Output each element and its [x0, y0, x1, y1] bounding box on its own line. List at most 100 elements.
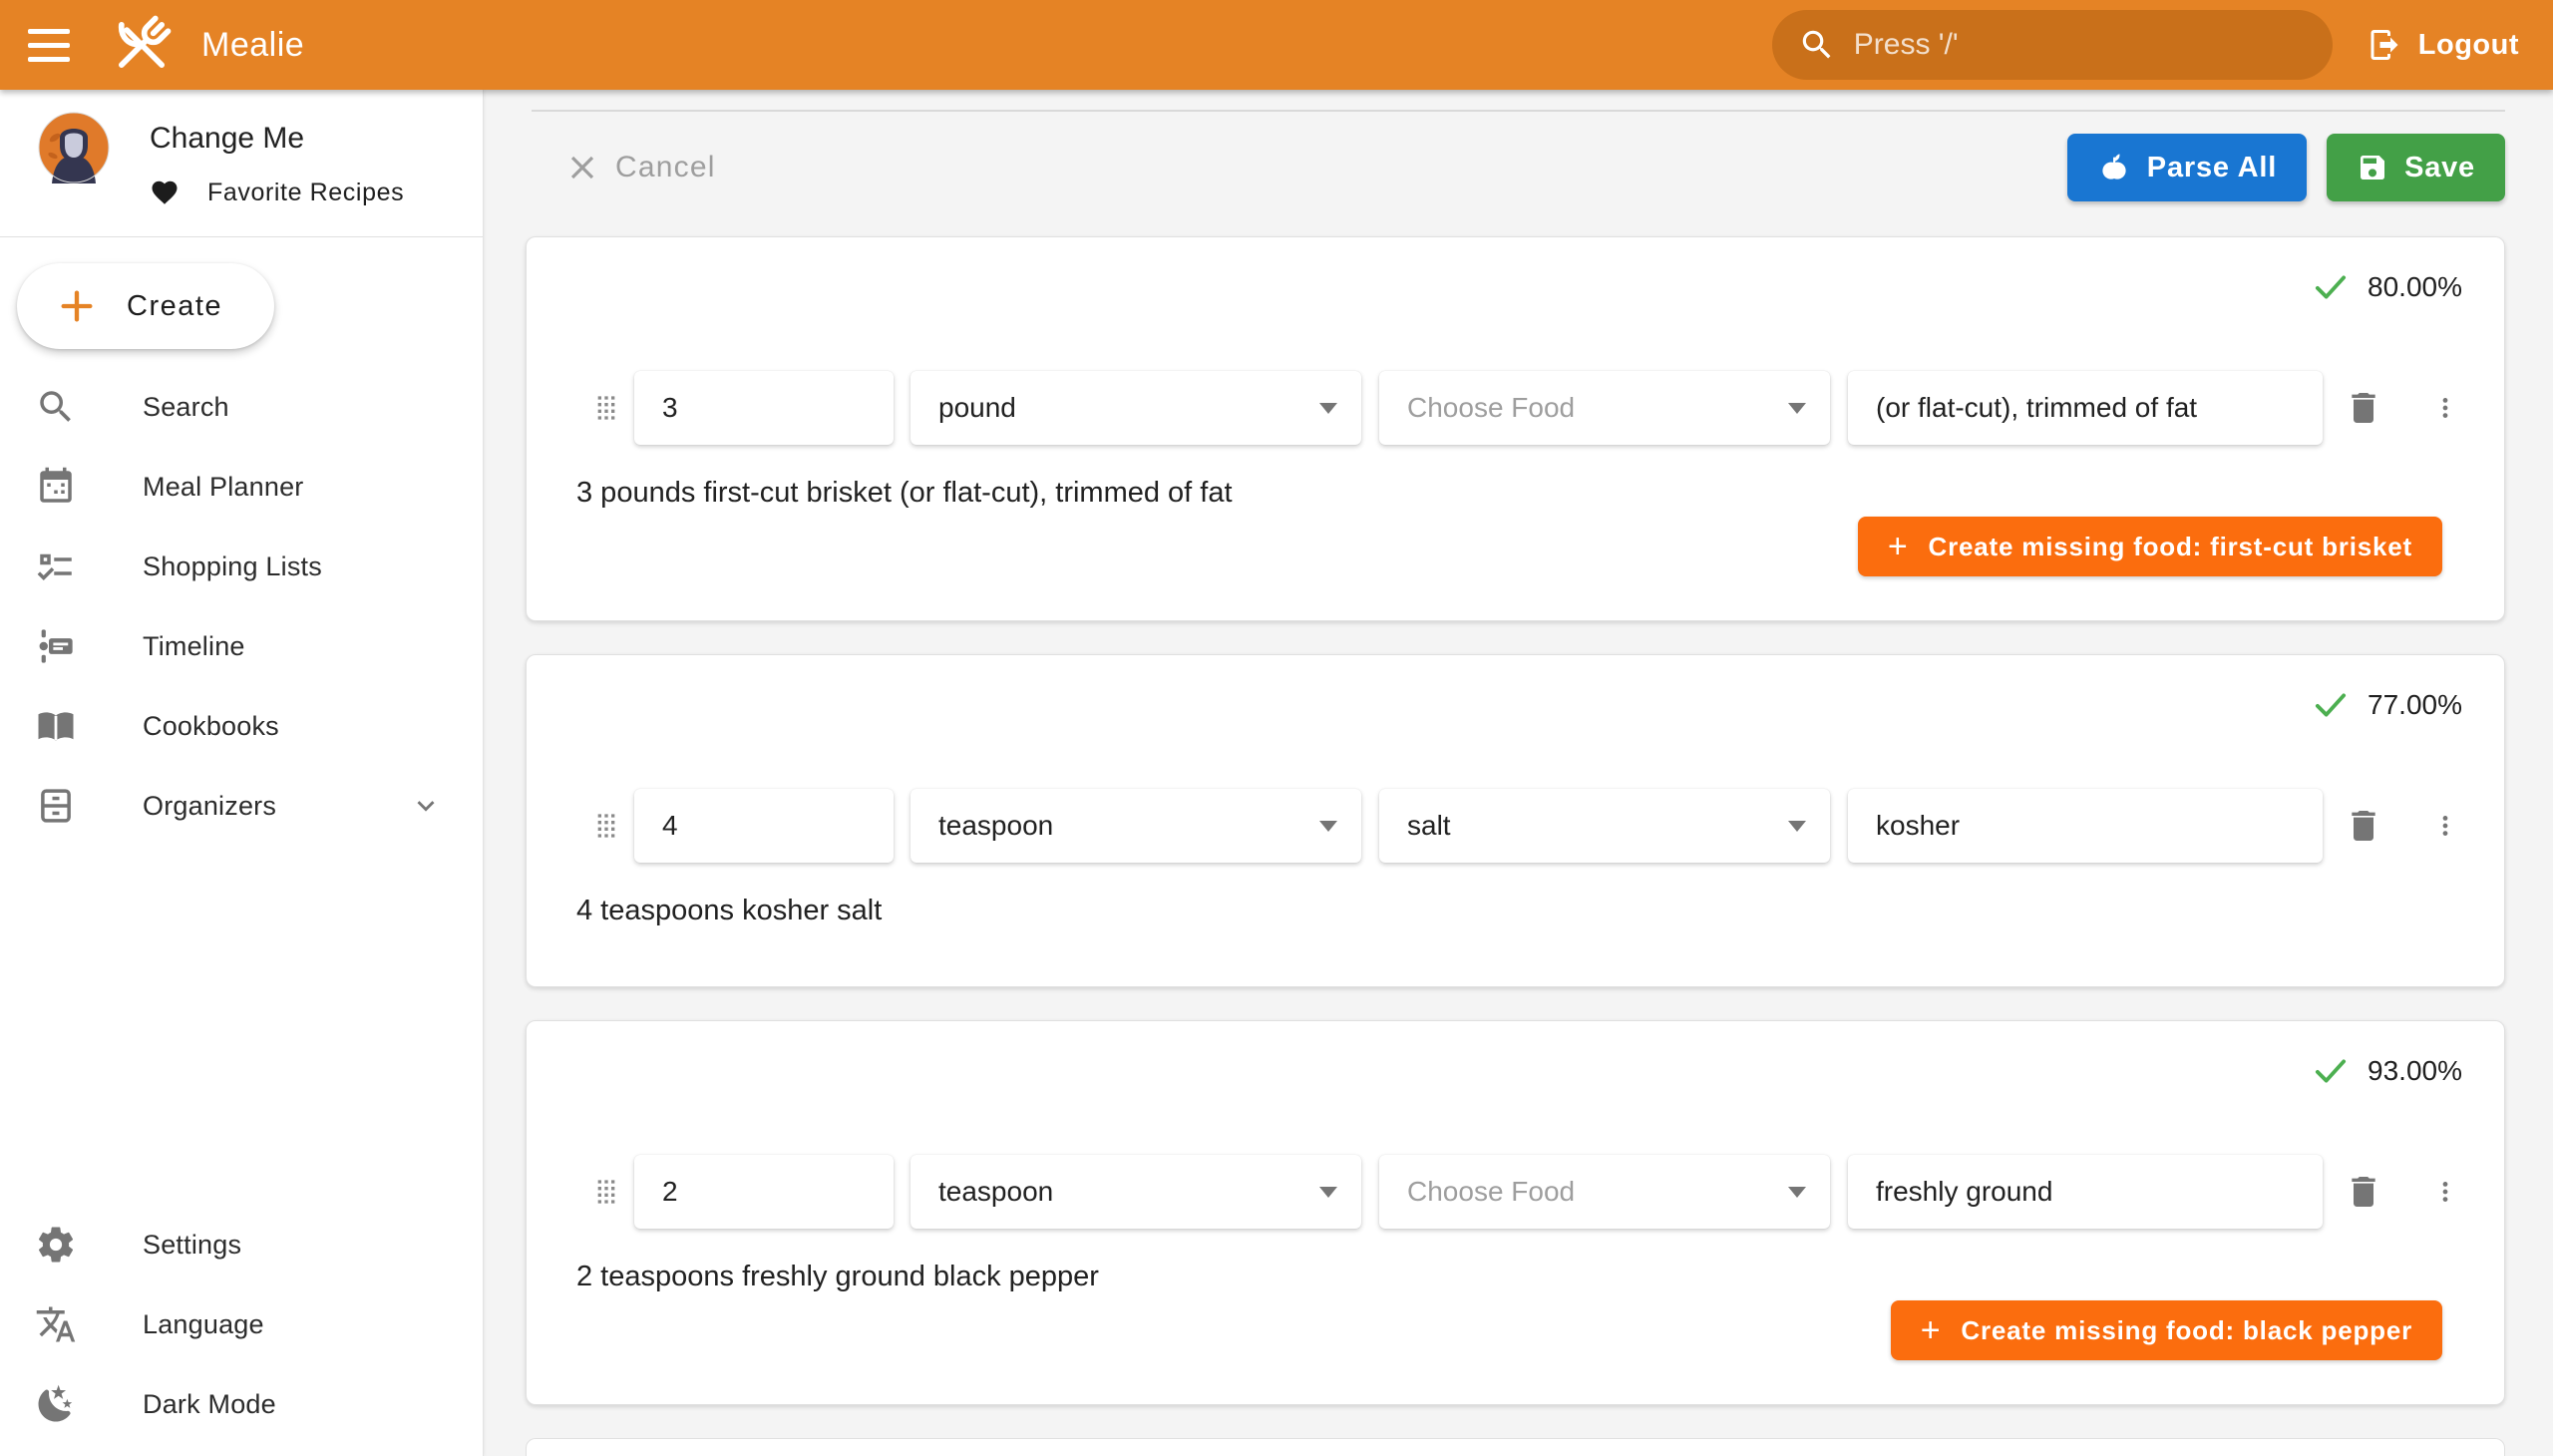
logout-button[interactable]: Logout: [2367, 27, 2519, 63]
check-icon: [2310, 266, 2352, 308]
confidence-indicator: 77.00%: [576, 655, 2462, 725]
create-label: Create: [127, 290, 222, 323]
cancel-button[interactable]: Cancel: [526, 149, 716, 186]
app-title: Mealie: [201, 26, 304, 65]
hamburger-menu-button[interactable]: [28, 17, 84, 73]
parse-all-button[interactable]: Parse All: [2067, 134, 2307, 201]
dropdown-caret-icon: [1319, 821, 1337, 832]
sidebar-item-settings[interactable]: Settings: [0, 1205, 483, 1284]
food-select[interactable]: salt: [1379, 789, 1830, 863]
sidebar: Change Me Favorite Recipes Create S: [0, 90, 484, 1456]
create-missing-food-button[interactable]: + Create missing food: first-cut brisket: [1858, 517, 2442, 576]
unit-select[interactable]: pound: [911, 371, 1361, 445]
sidebar-nav: Search Meal Planner Shopping Lists: [0, 367, 483, 846]
confidence-value: 93.00%: [2368, 1055, 2462, 1087]
main-content: Cancel Parse All Save: [484, 90, 2553, 1456]
confidence-value: 77.00%: [2368, 689, 2462, 721]
unit-value: pound: [938, 392, 1016, 424]
checklist-icon: [35, 546, 77, 587]
card-actions: + Create missing food: black pepper: [576, 1300, 2462, 1360]
save-icon: [2357, 152, 2388, 183]
card-actions: + Create missing food: first-cut brisket: [576, 517, 2462, 576]
drag-handle-icon[interactable]: [584, 1170, 628, 1214]
original-ingredient-text: 4 teaspoons kosher salt: [576, 894, 2462, 927]
dropdown-caret-icon: [1788, 1187, 1806, 1198]
logout-icon: [2367, 27, 2402, 63]
food-select[interactable]: Choose Food: [1379, 371, 1830, 445]
drag-handle-icon[interactable]: [584, 804, 628, 848]
sidebar-item-dark-mode[interactable]: Dark Mode: [0, 1364, 483, 1444]
ingredient-editor-row: teaspoon Choose Food: [576, 1155, 2462, 1229]
sidebar-item-shopping-lists[interactable]: Shopping Lists: [0, 527, 483, 606]
favorites-link[interactable]: Favorite Recipes: [150, 178, 404, 207]
search-icon: [1798, 26, 1836, 64]
unit-select[interactable]: teaspoon: [911, 789, 1361, 863]
timeline-icon: [35, 625, 77, 667]
create-missing-food-button[interactable]: + Create missing food: black pepper: [1891, 1300, 2442, 1360]
kebab-menu-button[interactable]: [2430, 803, 2460, 849]
quantity-input[interactable]: [634, 789, 894, 863]
translate-icon: [35, 1303, 77, 1345]
note-input[interactable]: [1848, 789, 2323, 863]
unit-value: teaspoon: [938, 810, 1053, 842]
kebab-icon: [2432, 1172, 2458, 1212]
plus-icon: [57, 286, 97, 326]
kebab-icon: [2432, 806, 2458, 846]
trash-icon: [2344, 1172, 2383, 1212]
logout-label: Logout: [2418, 29, 2519, 62]
search-input[interactable]: [1854, 28, 2307, 62]
note-input[interactable]: [1848, 1155, 2323, 1229]
sidebar-item-timeline[interactable]: Timeline: [0, 606, 483, 686]
avatar: [38, 112, 110, 183]
kebab-icon: [2432, 388, 2458, 428]
search-icon: [35, 386, 77, 428]
check-icon: [2310, 684, 2352, 726]
food-select[interactable]: Choose Food: [1379, 1155, 1830, 1229]
sidebar-bottom-nav: Settings Language Dark Mode: [0, 1205, 483, 1444]
kebab-menu-button[interactable]: [2430, 1169, 2460, 1215]
drag-handle-icon[interactable]: [584, 386, 628, 430]
dropdown-caret-icon: [1319, 1187, 1337, 1198]
confidence-value: 80.00%: [2368, 271, 2462, 303]
unit-select[interactable]: teaspoon: [911, 1155, 1361, 1229]
calendar-icon: [35, 466, 77, 508]
ingredient-editor-row: teaspoon salt: [576, 789, 2462, 863]
sidebar-item-organizers[interactable]: Organizers: [0, 766, 483, 846]
global-search[interactable]: [1772, 10, 2333, 80]
sidebar-item-meal-planner[interactable]: Meal Planner: [0, 447, 483, 527]
trash-icon: [2344, 388, 2383, 428]
save-button[interactable]: Save: [2327, 134, 2505, 201]
next-ingredient-card-partial: [526, 1438, 2505, 1456]
delete-button[interactable]: [2341, 1169, 2386, 1215]
plus-icon: +: [1921, 1313, 1942, 1347]
content-divider: [532, 110, 2505, 112]
delete-button[interactable]: [2341, 385, 2386, 431]
drawer-icon: [35, 785, 77, 827]
fork-knife-icon: [106, 9, 178, 81]
gear-icon: [35, 1224, 77, 1266]
dropdown-caret-icon: [1788, 403, 1806, 414]
food-placeholder: Choose Food: [1407, 392, 1575, 424]
sidebar-item-language[interactable]: Language: [0, 1284, 483, 1364]
kebab-menu-button[interactable]: [2430, 385, 2460, 431]
parser-toolbar: Cancel Parse All Save: [526, 134, 2505, 201]
ingredient-card: 93.00% teaspoon Choose Food: [526, 1020, 2505, 1405]
user-name: Change Me: [150, 122, 404, 156]
apple-icon: [2097, 151, 2131, 184]
ingredient-card: 77.00% teaspoon salt: [526, 654, 2505, 987]
note-input[interactable]: [1848, 371, 2323, 445]
favorites-label: Favorite Recipes: [207, 179, 404, 207]
sidebar-item-search[interactable]: Search: [0, 367, 483, 447]
quantity-input[interactable]: [634, 371, 894, 445]
delete-button[interactable]: [2341, 803, 2386, 849]
heart-icon: [150, 178, 180, 207]
user-profile[interactable]: Change Me Favorite Recipes: [0, 90, 483, 237]
create-button[interactable]: Create: [17, 263, 274, 349]
quantity-input[interactable]: [634, 1155, 894, 1229]
ingredient-card: 80.00% pound Choose Food: [526, 236, 2505, 621]
original-ingredient-text: 2 teaspoons freshly ground black pepper: [576, 1260, 2462, 1293]
confidence-indicator: 80.00%: [576, 237, 2462, 307]
close-icon: [563, 149, 601, 186]
sidebar-item-cookbooks[interactable]: Cookbooks: [0, 686, 483, 766]
header-bar: Mealie Logout: [0, 0, 2553, 90]
